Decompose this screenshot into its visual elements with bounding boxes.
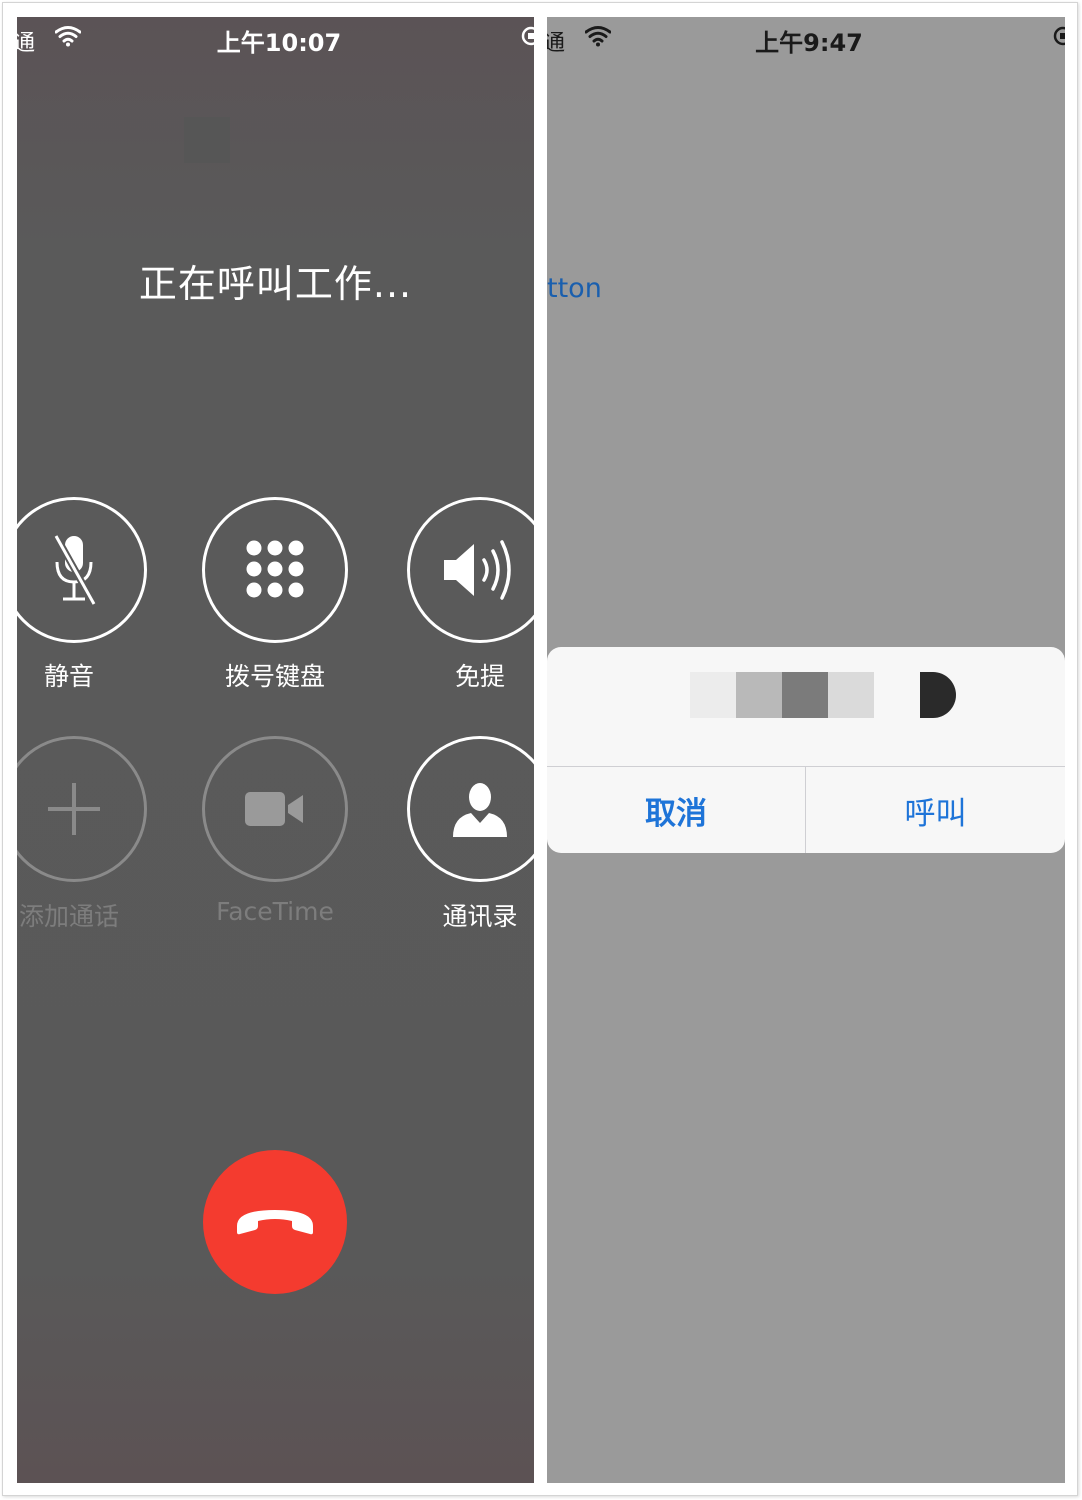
redacted-block: [690, 672, 736, 718]
mic-muted-icon: [52, 534, 98, 606]
call-button[interactable]: 呼叫: [806, 767, 1065, 853]
call-status-text: 正在呼叫工作...: [138, 262, 413, 306]
end-call-button[interactable]: [203, 1150, 347, 1294]
keypad-label: 拨号键盘: [224, 662, 325, 691]
phone-hangup-icon: [237, 1210, 313, 1235]
alert-phone-number: [547, 647, 1065, 766]
keypad-button[interactable]: [202, 497, 348, 643]
add-call-label: 添加通话: [18, 902, 119, 931]
carrier-name: 通: [17, 31, 36, 56]
background-button[interactable]: tton: [547, 273, 602, 304]
rotation-lock-icon: [1051, 25, 1065, 47]
call-alert-dialog: 取消 呼叫: [547, 647, 1065, 853]
facetime-label: FaceTime: [216, 897, 334, 926]
speaker-label: 免提: [454, 662, 505, 691]
contact-icon: [453, 783, 507, 837]
status-bar: 通 上午9:47: [547, 17, 1065, 61]
video-camera-icon: [245, 792, 303, 826]
status-time: 上午10:07: [216, 29, 342, 57]
contact-avatar: [184, 117, 230, 163]
contacts-button[interactable]: [407, 736, 534, 882]
status-time: 上午9:47: [755, 29, 863, 57]
facetime-button[interactable]: [202, 736, 348, 882]
speaker-button[interactable]: [407, 497, 534, 643]
redacted-block: [920, 672, 956, 718]
keypad-icon: [246, 540, 304, 598]
add-call-button[interactable]: [17, 736, 147, 882]
carrier-name: 通: [547, 31, 566, 56]
mute-label: 静音: [43, 662, 94, 691]
redacted-block: [782, 672, 828, 718]
call-confirm-screen: 通 上午9:47 tton 取消 呼叫: [547, 17, 1065, 1483]
speaker-icon: [444, 540, 511, 600]
rotation-lock-icon: [519, 25, 534, 47]
cancel-button[interactable]: 取消: [547, 767, 805, 853]
redacted-block: [736, 672, 782, 718]
redacted-block: [828, 672, 874, 718]
calling-screen: 通 上午10:07 正在呼叫工作... 静音 拨号键盘 免提 添加通话 Face…: [17, 17, 534, 1483]
wifi-icon: [585, 26, 611, 47]
plus-icon: [48, 783, 100, 835]
mute-button[interactable]: [17, 497, 147, 643]
contacts-label: 通讯录: [442, 902, 518, 931]
status-bar: 通 上午10:07: [17, 17, 534, 61]
wifi-icon: [55, 26, 81, 47]
